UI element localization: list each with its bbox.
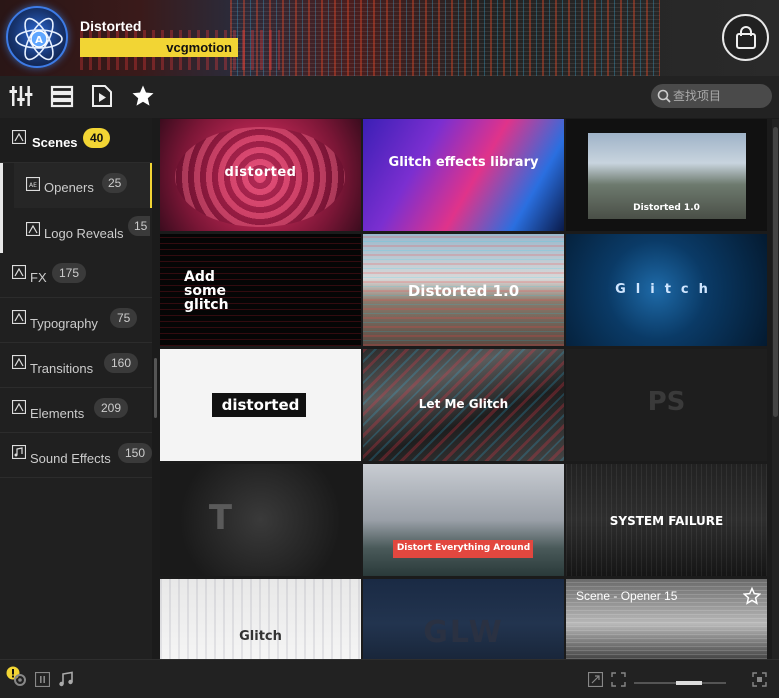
glitch-banner-art <box>230 0 660 76</box>
asset-thumbnail[interactable]: T <box>160 464 361 576</box>
thumbnail-title: GLW <box>423 615 504 650</box>
subcategory-count-badge: 25 <box>102 173 128 193</box>
asset-thumbnail[interactable]: Let Me Glitch <box>363 349 564 461</box>
header-banner: A Distorted vcgmotion <box>0 0 779 76</box>
asset-thumbnail[interactable]: Distorted 1.0 <box>566 119 767 231</box>
zoom-slider[interactable] <box>634 681 726 685</box>
asset-thumbnail[interactable]: GLW <box>363 579 564 659</box>
asset-thumbnail[interactable]: PS <box>566 349 767 461</box>
thumbnail-title: Glitch <box>615 282 718 297</box>
fullscreen-icon[interactable] <box>752 672 767 687</box>
subcategory-logo-reveals[interactable]: Logo Reveals 15 <box>14 208 152 253</box>
zoom-slider-handle[interactable] <box>676 681 702 685</box>
category-label: FX <box>30 270 47 285</box>
music-icon[interactable] <box>58 671 74 687</box>
toolbar <box>0 76 779 118</box>
asset-thumbnail[interactable]: SYSTEM FAILURE <box>566 464 767 576</box>
ae-file-icon: AE <box>26 177 40 191</box>
pause-icon[interactable] <box>35 672 50 687</box>
project-title: Distorted <box>80 18 142 34</box>
thumbnail-title: Glitch effects library <box>388 155 539 170</box>
asset-thumbnail[interactable]: distorted <box>160 119 361 231</box>
category-elements[interactable]: Elements 209 <box>0 388 152 433</box>
asset-thumbnail[interactable]: Glitch <box>160 579 361 659</box>
sound-file-icon <box>12 445 26 459</box>
scene-icon <box>26 222 40 236</box>
subcategory-label: Logo Reveals <box>44 226 124 241</box>
category-transitions[interactable]: Transitions 160 <box>0 343 152 388</box>
list-icon[interactable] <box>50 84 76 110</box>
search-icon <box>657 89 671 103</box>
scene-icon <box>12 265 26 279</box>
asset-thumbnail[interactable]: Scene - Opener 15 <box>566 579 767 659</box>
category-count-badge: 40 <box>83 128 111 148</box>
hover-scene-label: Scene - Opener 15 <box>576 589 678 603</box>
bottom-bar <box>0 659 779 698</box>
category-count-badge: 175 <box>52 263 87 283</box>
thumbnail-title: distorted <box>224 165 297 180</box>
project-author[interactable]: vcgmotion <box>80 38 238 57</box>
thumbnail-title: Distorted 1.0 <box>633 203 700 213</box>
asset-thumbnail[interactable]: Distorted 1.0 <box>363 234 564 346</box>
search-box[interactable] <box>651 84 772 108</box>
category-scenes[interactable]: Scenes 40 <box>0 118 152 163</box>
subcategory-openers[interactable]: AE Openers 25 <box>14 163 152 208</box>
app-window: A Distorted vcgmotion 查找项目 Scenes 40 AE … <box>0 0 779 698</box>
grid-scrollbar[interactable] <box>772 119 779 659</box>
collapse-icon[interactable] <box>588 672 603 687</box>
thumbnail-title: Distorted 1.0 <box>407 282 520 300</box>
category-label: Sound Effects <box>30 451 111 466</box>
thumbnail-title: SYSTEM FAILURE <box>609 514 724 528</box>
thumbnail-title: PS <box>647 387 686 417</box>
category-count-badge: 75 <box>110 308 138 328</box>
atom-logo-icon[interactable]: A <box>6 6 68 68</box>
sliders-icon[interactable] <box>9 84 35 110</box>
category-count-badge: 150 <box>118 443 152 463</box>
subcategory-count-badge: 15 <box>128 216 151 236</box>
thumbnail-title: T <box>208 498 233 538</box>
category-count-badge: 209 <box>94 398 129 418</box>
panel-splitter-handle[interactable] <box>154 358 157 418</box>
fit-icon[interactable] <box>611 672 626 687</box>
category-label: Typography <box>30 316 98 331</box>
star-outline-icon[interactable] <box>743 587 761 605</box>
settings-icon[interactable] <box>12 672 28 688</box>
asset-thumbnail[interactable]: Add some glitch <box>160 234 361 346</box>
search-input[interactable] <box>673 84 767 108</box>
thumbnail-title: Distort Everything Around <box>396 543 531 553</box>
scene-icon <box>12 355 26 369</box>
thumbnail-title: Glitch <box>239 629 282 644</box>
asset-thumbnail[interactable]: Distort Everything Around <box>363 464 564 576</box>
thumbnail-title: distorted <box>221 396 300 414</box>
category-label: Elements <box>30 406 85 421</box>
thumbnail-title: Add some glitch <box>184 269 229 313</box>
svg-text:AE: AE <box>29 182 37 189</box>
category-count-badge: 160 <box>104 353 139 373</box>
category-label: Transitions <box>30 361 94 376</box>
scrollbar-thumb[interactable] <box>773 127 778 417</box>
glitch-lines-art <box>160 579 361 659</box>
play-file-icon[interactable] <box>90 84 116 110</box>
asset-thumbnail[interactable]: distorted <box>160 349 361 461</box>
shop-button[interactable] <box>722 14 769 61</box>
asset-grid: distorted Glitch effects library Distort… <box>160 119 768 659</box>
category-fx[interactable]: FX 175 <box>0 253 152 298</box>
thumbnail-title: Let Me Glitch <box>418 397 509 411</box>
subcategory-label: Openers <box>44 180 94 195</box>
category-sound-effects[interactable]: Sound Effects 150 <box>0 433 152 478</box>
subcategory-indicator-line <box>0 163 3 253</box>
asset-thumbnail[interactable]: Glitch effects library <box>363 119 564 231</box>
scene-icon <box>12 130 26 144</box>
category-sidebar: Scenes 40 AE Openers 25 Logo Reveals 15 <box>0 118 152 659</box>
shopping-bag-icon <box>736 26 756 49</box>
category-typography[interactable]: Typography 75 <box>0 298 152 343</box>
svg-text:A: A <box>35 35 43 46</box>
star-icon[interactable] <box>131 84 157 110</box>
scene-icon <box>12 400 26 414</box>
category-label: Scenes <box>32 135 78 150</box>
scene-icon <box>12 310 26 324</box>
asset-thumbnail[interactable]: Glitch <box>566 234 767 346</box>
